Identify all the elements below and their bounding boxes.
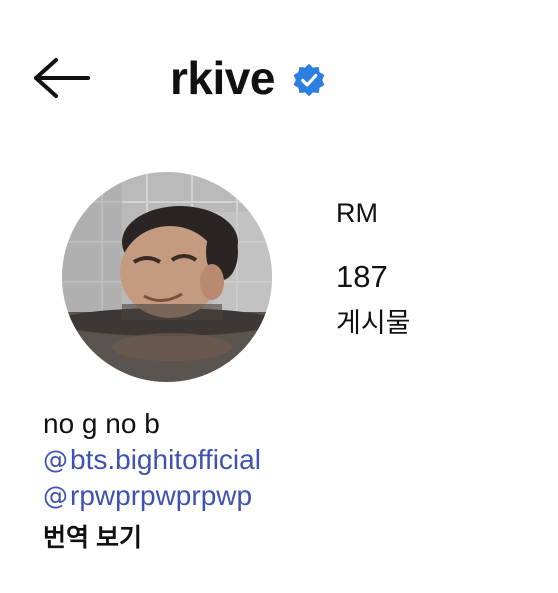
username-title: rkive <box>170 52 275 104</box>
threads-link-label: rpwprpwprpwp <box>70 480 253 511</box>
bio-text: no g no b <box>43 408 160 439</box>
back-button[interactable] <box>28 52 96 104</box>
avatar[interactable] <box>62 172 272 382</box>
display-name: RM <box>336 198 378 228</box>
threads-link[interactable]: @ bts.bighitofficial <box>43 442 261 478</box>
arrow-left-icon <box>34 58 90 98</box>
profile-photo <box>62 172 272 382</box>
verified-badge-icon <box>293 63 325 97</box>
title-row: rkive <box>170 48 327 108</box>
threads-icon: @ <box>43 481 68 510</box>
posts-stat[interactable]: 187 게시물 <box>336 259 411 340</box>
threads-link[interactable]: @ rpwprpwprpwp <box>43 478 261 514</box>
bio-section: no g no b @ bts.bighitofficial @ rpwprpw… <box>43 406 261 554</box>
profile-stats: RM 187 게시물 <box>336 198 411 340</box>
post-label: 게시물 <box>336 308 411 338</box>
see-translation-button[interactable]: 번역 보기 <box>43 518 261 554</box>
post-count: 187 <box>336 259 388 294</box>
threads-icon: @ <box>43 445 68 474</box>
profile-header: rkive <box>0 0 558 150</box>
threads-link-label: bts.bighitofficial <box>70 444 261 475</box>
